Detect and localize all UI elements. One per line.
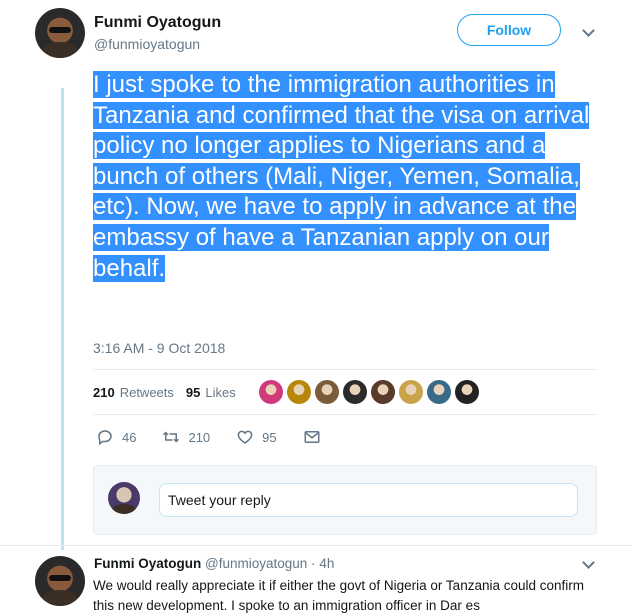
reply-more-options-chevron-icon[interactable] (582, 556, 595, 569)
liker-avatar[interactable] (399, 380, 423, 404)
retweet-action[interactable]: 210 (162, 428, 210, 446)
divider (93, 414, 598, 415)
reply-count: 46 (122, 429, 137, 445)
liker-avatar[interactable] (371, 380, 395, 404)
direct-message-action[interactable] (303, 428, 321, 446)
reply-action[interactable]: 46 (96, 428, 136, 446)
liker-avatar[interactable] (259, 380, 283, 404)
thread-line (61, 88, 64, 550)
liker-avatars (259, 380, 479, 404)
author-name[interactable]: Funmi Oyatogun (94, 14, 221, 32)
reply-icon (98, 430, 112, 446)
liker-avatar[interactable] (343, 380, 367, 404)
likes-stat[interactable]: 95 Likes (186, 385, 236, 400)
reply-text: We would really appreciate it if either … (93, 578, 585, 613)
liker-avatar[interactable] (455, 380, 479, 404)
retweets-stat[interactable]: 210 Retweets (93, 385, 174, 400)
reply-time[interactable]: 4h (319, 556, 334, 571)
reply-author-handle[interactable]: @funmioyatogun (205, 556, 307, 571)
follow-button[interactable]: Follow (457, 14, 561, 46)
tweet-text: I just spoke to the immigration authorit… (93, 71, 590, 282)
retweet-count: 210 (188, 429, 211, 445)
author-handle[interactable]: @funmioyatogun (94, 36, 200, 52)
like-count: 95 (262, 429, 277, 445)
reply-author-name[interactable]: Funmi Oyatogun (94, 556, 201, 571)
author-avatar[interactable] (35, 8, 85, 58)
tweet-timestamp[interactable]: 3:16 AM - 9 Oct 2018 (93, 340, 225, 356)
engagement-stats: 210 Retweets 95 Likes (93, 385, 236, 400)
liker-avatar[interactable] (315, 380, 339, 404)
retweet-icon (163, 431, 180, 443)
divider (0, 545, 632, 546)
more-options-chevron-icon[interactable] (582, 24, 595, 37)
reply-header: Funmi Oyatogun @funmioyatogun · 4h (94, 556, 335, 571)
envelope-icon (304, 431, 320, 443)
reply-author-avatar[interactable] (35, 556, 85, 606)
liker-avatar[interactable] (287, 380, 311, 404)
like-action[interactable]: 95 (236, 428, 277, 446)
divider (93, 369, 598, 370)
liker-avatar[interactable] (427, 380, 451, 404)
current-user-avatar (108, 482, 140, 514)
heart-icon (237, 430, 253, 444)
reply-input[interactable]: Tweet your reply (159, 483, 578, 517)
tweet-actions: 46 210 95 (96, 428, 347, 446)
